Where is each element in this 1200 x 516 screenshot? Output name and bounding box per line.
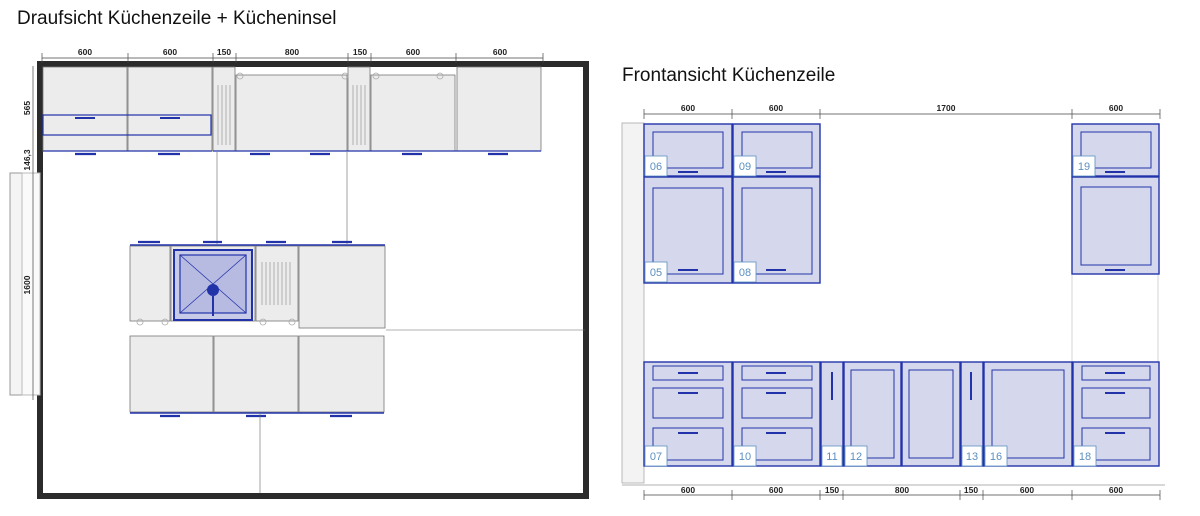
row-cabinet <box>127 66 213 152</box>
cabinet-label-12: 12 <box>850 451 862 463</box>
front-dim-top-3: 1700 <box>937 103 956 113</box>
front-dim-top-4: 600 <box>1109 103 1123 113</box>
cabinet-label-05: 05 <box>650 267 662 279</box>
faucet-icon <box>207 284 219 296</box>
front-dim-bottom-6: 600 <box>1020 485 1034 495</box>
cabinet-label-16: 16 <box>990 451 1002 463</box>
front-dim-top-2: 600 <box>769 103 783 113</box>
cabinet-label-10: 10 <box>739 451 751 463</box>
upper-cabinet-right <box>1071 176 1160 275</box>
cabinet-label-08: 08 <box>739 267 751 279</box>
front-dim-bottom-7: 600 <box>1109 485 1123 495</box>
cabinet-label-06: 06 <box>650 161 662 173</box>
dim-top-5: 150 <box>353 47 367 57</box>
cabinet-label-13: 13 <box>966 451 978 463</box>
cabinet-label-07: 07 <box>650 451 662 463</box>
top-view: 600 600 150 800 150 600 600 565 146,3 16… <box>9 47 589 499</box>
row-cabinet <box>42 66 128 152</box>
front-dim-bottom-4: 800 <box>895 485 909 495</box>
dim-side-depth: 565 <box>22 101 32 115</box>
row-cabinet-wide <box>235 74 348 152</box>
dim-top-1: 600 <box>78 47 92 57</box>
cabinet-label-19: 19 <box>1078 161 1090 173</box>
front-dim-bottom-1: 600 <box>681 485 695 495</box>
dim-top-4: 800 <box>285 47 299 57</box>
dim-side-room: 1600 <box>22 275 32 294</box>
dim-top-6: 600 <box>406 47 420 57</box>
row-cabinet-narrow <box>347 66 371 152</box>
front-view: 600 600 1700 600 600 600 150 800 150 600… <box>621 103 1165 500</box>
front-dim-bottom-5: 150 <box>964 485 978 495</box>
cabinet-label-18: 18 <box>1079 451 1091 463</box>
dim-top-2: 600 <box>163 47 177 57</box>
front-dim-bottom-2: 600 <box>769 485 783 495</box>
row-cabinet-narrow <box>212 66 236 152</box>
kitchen-drawing: 600 600 150 800 150 600 600 565 146,3 16… <box>9 47 1165 500</box>
dim-top-3: 150 <box>217 47 231 57</box>
kitchen-island <box>129 240 386 418</box>
front-dim-bottom-3: 150 <box>825 485 839 495</box>
front-dim-top-1: 600 <box>681 103 695 113</box>
row-cabinet <box>456 66 542 152</box>
cabinet-label-09: 09 <box>739 161 751 173</box>
dim-side-gap: 146,3 <box>22 149 32 171</box>
dim-top-7: 600 <box>493 47 507 57</box>
cabinet-label-11: 11 <box>826 451 837 463</box>
row-cabinet <box>370 74 456 152</box>
